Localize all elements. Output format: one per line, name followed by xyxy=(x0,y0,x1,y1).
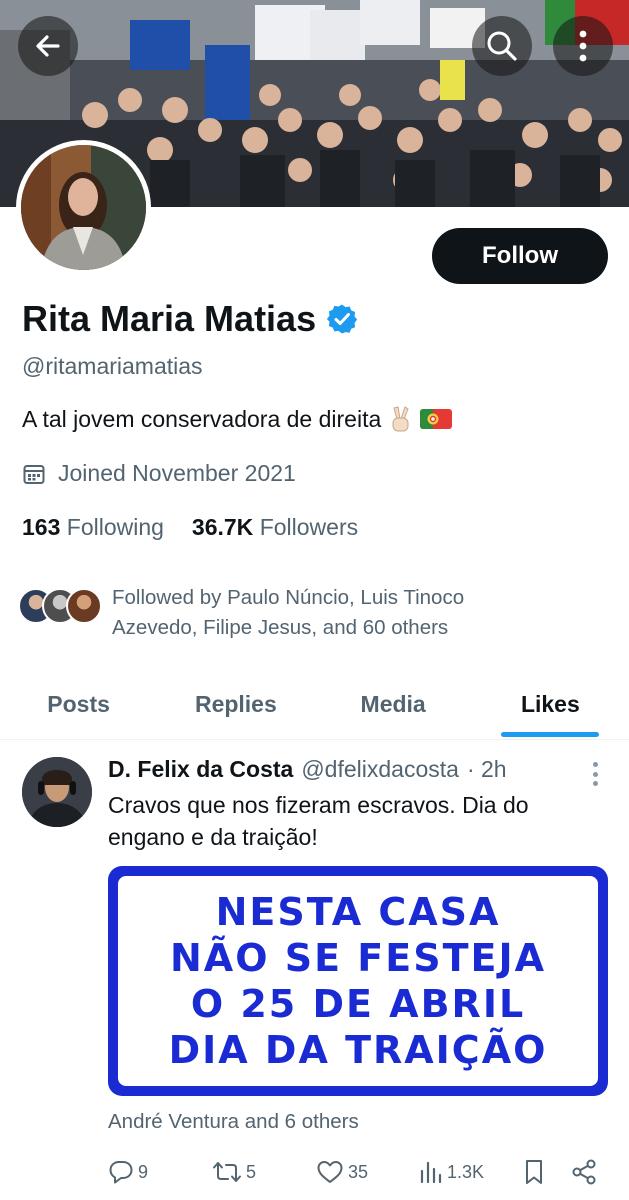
tweet-more-options-icon[interactable] xyxy=(585,760,605,788)
views-button[interactable]: 1.3K xyxy=(419,1159,484,1185)
followed-by-avatars xyxy=(18,588,102,624)
heart-icon xyxy=(317,1161,343,1183)
portugal-flag-emoji xyxy=(420,409,453,429)
views-chart-icon xyxy=(420,1161,442,1184)
tweet-image-sign: NESTA CASA NÃO SE FESTEJA O 25 DE ABRIL … xyxy=(118,876,598,1086)
tab-replies[interactable]: Replies xyxy=(157,670,314,739)
profile-photo xyxy=(21,145,146,270)
view-count: 1.3K xyxy=(447,1161,485,1182)
tweet-author-photo xyxy=(22,757,92,827)
followers-count: 36.7K xyxy=(191,514,254,540)
like-count: 35 xyxy=(348,1161,369,1182)
reply-count: 9 xyxy=(138,1161,149,1182)
tweet-author-name[interactable]: D. Felix da Costa xyxy=(108,756,293,783)
follow-button[interactable]: Follow xyxy=(432,228,608,284)
tweet-time: · 2h xyxy=(466,756,507,782)
share-button[interactable] xyxy=(570,1158,598,1186)
tweet-liked-by[interactable]: André Ventura and 6 others xyxy=(108,1110,359,1134)
tweet-actions: 9 5 35 1.3K xyxy=(108,1155,608,1189)
bio-text: A tal jovem conservadora de direita xyxy=(22,405,382,432)
joined-date: Joined November 2021 xyxy=(58,460,296,486)
victory-hand-emoji xyxy=(392,406,409,432)
repost-button[interactable]: 5 xyxy=(212,1159,256,1185)
share-icon xyxy=(572,1159,596,1185)
repost-count: 5 xyxy=(246,1161,257,1182)
followers-label: Followers xyxy=(259,514,359,540)
sign-line: NÃO SE FESTEJA xyxy=(169,936,546,980)
repost-icon xyxy=(213,1162,241,1182)
following-count: 163 xyxy=(22,514,61,540)
like-button[interactable]: 35 xyxy=(316,1159,368,1185)
search-button[interactable] xyxy=(472,16,532,76)
back-arrow-icon xyxy=(36,35,60,57)
followers-link[interactable]: 36.7K Followers xyxy=(192,514,358,541)
followed-by-text: Followed by Paulo Núncio, Luis Tinoco Az… xyxy=(112,586,465,639)
verified-badge-icon[interactable] xyxy=(326,303,358,335)
more-options-button[interactable] xyxy=(553,16,613,76)
tweet-header: D. Felix da Costa @dfelixdacosta · 2h xyxy=(108,756,507,783)
profile-avatar[interactable] xyxy=(16,140,151,275)
back-button[interactable] xyxy=(18,16,78,76)
tweet-author-handle[interactable]: @dfelixdacosta xyxy=(301,756,459,783)
tweet-image[interactable]: NESTA CASA NÃO SE FESTEJA O 25 DE ABRIL … xyxy=(108,866,608,1096)
profile-tabs: Posts Replies Media Likes xyxy=(0,670,629,740)
tweet-text: Cravos que nos fizeram escravos. Dia do … xyxy=(108,792,529,850)
followed-by-row[interactable]: Followed by Paulo Núncio, Luis Tinoco Az… xyxy=(18,583,532,643)
profile-bio: A tal jovem conservadora de direita xyxy=(22,405,453,433)
sign-line: DIA DA TRAIÇÃO xyxy=(168,1028,548,1072)
reply-icon xyxy=(109,1161,133,1184)
search-icon xyxy=(487,31,517,61)
profile-name-row: Rita Maria Matias xyxy=(22,298,358,340)
reply-button[interactable]: 9 xyxy=(108,1159,148,1185)
joined-date-row: Joined November 2021 xyxy=(22,460,296,487)
bookmark-icon xyxy=(526,1160,542,1184)
tab-likes[interactable]: Likes xyxy=(472,670,629,739)
more-vertical-icon xyxy=(579,30,587,62)
follow-stats: 163 Following 36.7K Followers xyxy=(22,514,358,541)
bookmark-button[interactable] xyxy=(522,1158,546,1186)
mutual-avatar xyxy=(66,588,102,624)
tab-media[interactable]: Media xyxy=(315,670,472,739)
sign-line: O 25 DE ABRIL xyxy=(190,982,526,1026)
profile-name: Rita Maria Matias xyxy=(22,298,317,339)
calendar-icon xyxy=(23,464,45,484)
profile-handle: @ritamariamatias xyxy=(22,353,203,379)
following-label: Following xyxy=(66,514,164,540)
following-link[interactable]: 163 Following xyxy=(22,514,164,541)
tweet-author-avatar[interactable] xyxy=(22,757,92,827)
sign-line: NESTA CASA xyxy=(215,890,501,934)
tab-posts[interactable]: Posts xyxy=(0,670,157,739)
